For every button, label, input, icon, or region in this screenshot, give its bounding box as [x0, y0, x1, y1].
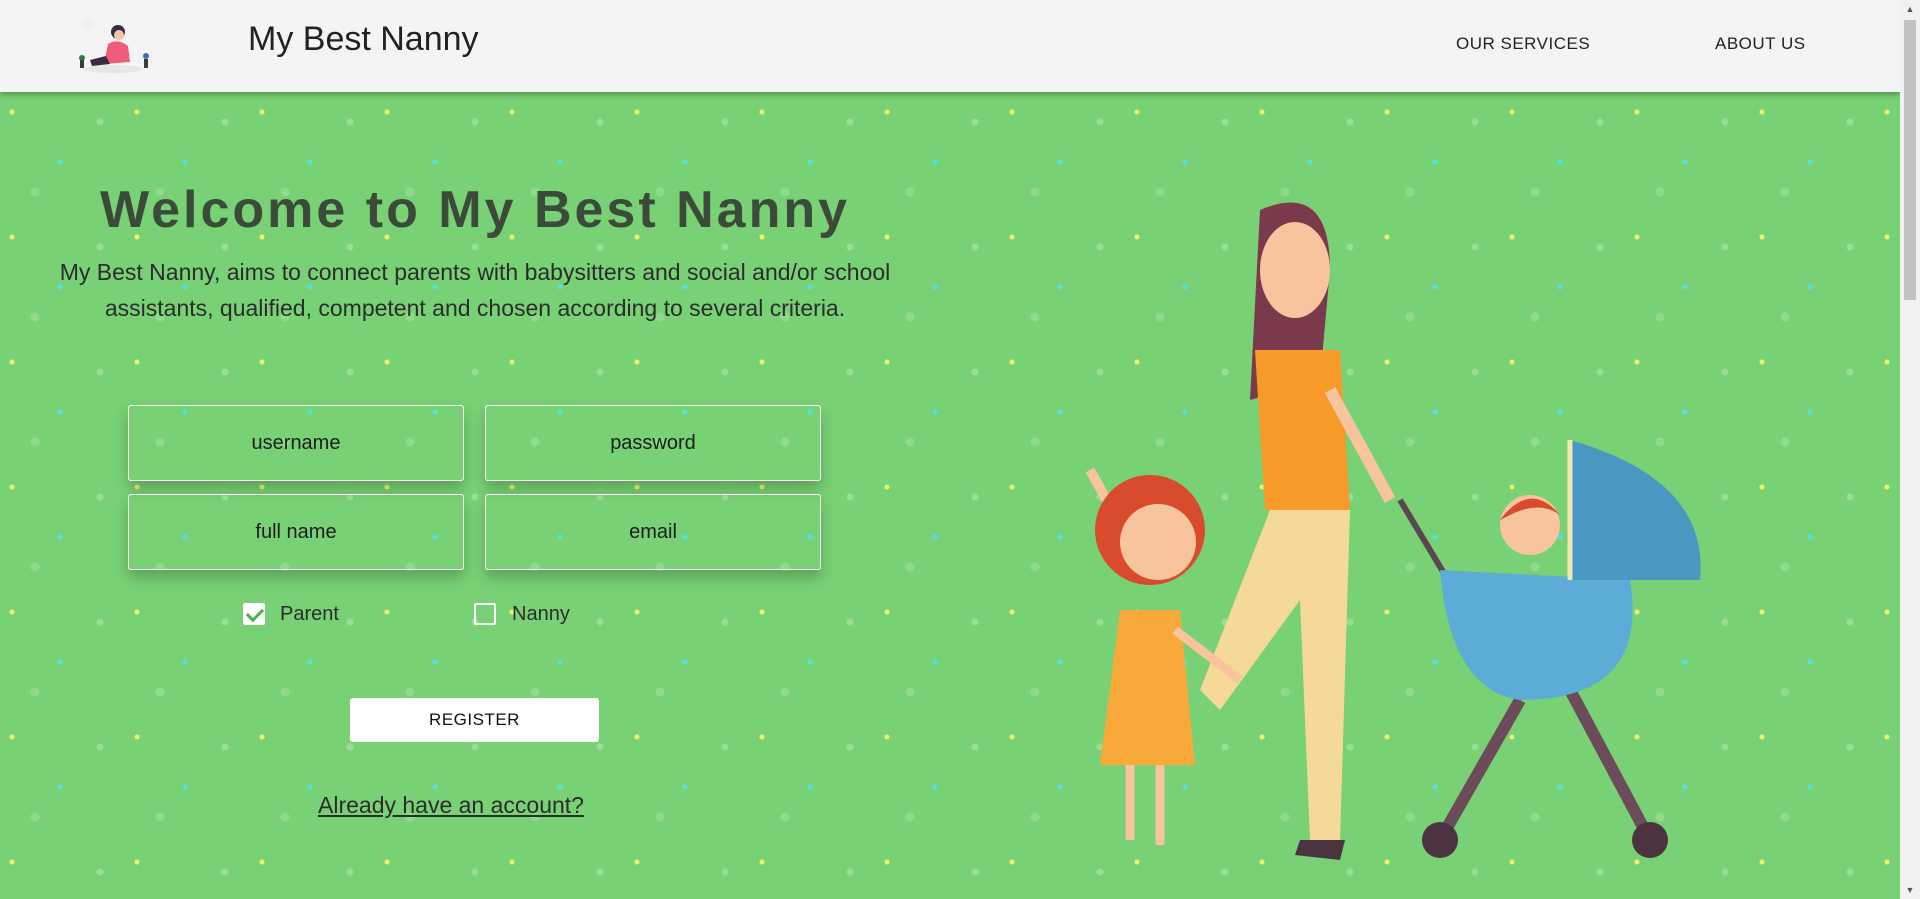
password-field[interactable] [485, 405, 821, 481]
brand-title: My Best Nanny [248, 20, 479, 58]
stroller-icon [1397, 440, 1701, 858]
page-scrollbar[interactable]: ▲ ▼ [1900, 0, 1920, 899]
already-have-account-link[interactable]: Already have an account? [318, 792, 584, 819]
mother-figure-icon [1200, 202, 1396, 860]
nanny-label: Nanny [512, 603, 570, 625]
girl-figure-icon [1085, 467, 1243, 845]
username-field[interactable] [128, 405, 464, 481]
scrollbar-thumb[interactable] [1904, 20, 1916, 300]
welcome-heading: Welcome to My Best Nanny [99, 181, 851, 239]
intro-text: My Best Nanny, aims to connect parents w… [59, 259, 891, 321]
full-name-field[interactable] [128, 494, 464, 570]
scroll-down-icon[interactable]: ▼ [1900, 881, 1920, 899]
nav-our-services[interactable]: OUR SERVICES [1456, 34, 1590, 54]
scroll-up-icon[interactable]: ▲ [1900, 0, 1920, 18]
parent-checkbox[interactable] [243, 603, 265, 625]
nanny-with-kids-illustration [1085, 202, 1701, 860]
parent-label: Parent [280, 603, 339, 625]
nav-about-us[interactable]: ABOUT US [1715, 34, 1806, 54]
checkmark-icon [245, 603, 265, 623]
top-bar: My Best Nanny OUR SERVICES ABOUT US [0, 0, 1900, 92]
email-field[interactable] [485, 494, 821, 570]
register-button[interactable]: REGISTER [350, 698, 599, 742]
nanny-checkbox[interactable] [474, 603, 496, 625]
nanny-logo-icon[interactable] [70, 14, 156, 76]
